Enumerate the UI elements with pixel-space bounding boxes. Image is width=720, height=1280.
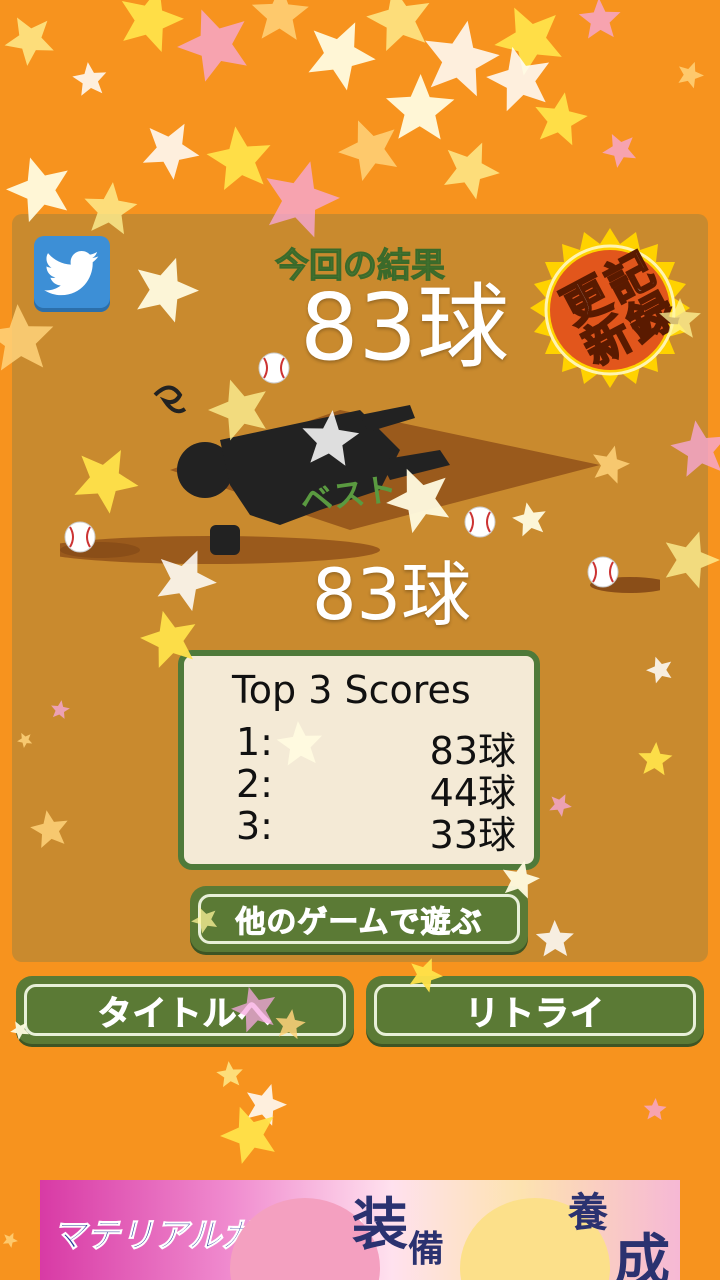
title-button-label: タイトルへ bbox=[97, 993, 273, 1034]
score-row: 3: 33球 bbox=[236, 804, 516, 857]
scores-title: Top 3 Scores bbox=[232, 668, 471, 712]
retry-button-label: リトライ bbox=[465, 993, 605, 1034]
star-particle bbox=[72, 62, 107, 96]
star-particle bbox=[4, 17, 54, 66]
retry-button[interactable]: リトライ bbox=[366, 976, 704, 1044]
star-particle bbox=[338, 120, 398, 182]
ad-kanji: 成 bbox=[614, 1228, 670, 1280]
score-rank: 1: bbox=[236, 720, 273, 764]
score-row: 1: 83球 bbox=[236, 720, 516, 773]
star-particle bbox=[121, 0, 184, 52]
score-rank: 2: bbox=[236, 762, 273, 806]
ad-kanji: 備 bbox=[408, 1228, 445, 1270]
baseball-icon bbox=[587, 556, 619, 588]
baseball-icon bbox=[464, 506, 496, 538]
star-particle bbox=[206, 126, 271, 191]
other-games-button[interactable]: 他のゲームで遊ぶ bbox=[190, 886, 528, 952]
star-particle bbox=[678, 61, 704, 89]
star-particle bbox=[535, 92, 588, 146]
title-button[interactable]: タイトルへ bbox=[16, 976, 354, 1044]
star-particle bbox=[247, 1083, 287, 1126]
star-particle bbox=[177, 9, 247, 82]
baseball-icon bbox=[258, 352, 290, 384]
star-particle bbox=[494, 7, 562, 76]
score-rank: 3: bbox=[236, 804, 273, 848]
star-particle bbox=[308, 22, 376, 91]
score-row: 2: 44球 bbox=[236, 762, 516, 815]
star-particle bbox=[602, 133, 637, 168]
ad-kanji: 養 bbox=[568, 1189, 608, 1236]
best-score: 83球 bbox=[312, 554, 472, 636]
star-particle bbox=[444, 142, 500, 200]
baseball-icon bbox=[64, 521, 96, 553]
ad-kanji: 装 bbox=[352, 1192, 408, 1258]
star-particle bbox=[486, 46, 550, 112]
other-games-label: 他のゲームで遊ぶ bbox=[235, 905, 483, 941]
star-particle bbox=[216, 1061, 243, 1088]
star-particle bbox=[2, 1232, 18, 1248]
star-particle bbox=[425, 20, 500, 97]
star-particle bbox=[366, 0, 430, 52]
ad-banner[interactable]: マテリアルガールズ 装 備 養 成 bbox=[40, 1180, 680, 1280]
star-particle bbox=[643, 1098, 667, 1121]
star-particle bbox=[578, 0, 621, 39]
star-particle bbox=[251, 0, 309, 40]
top-scores-board: Top 3 Scores 1: 83球 2: 44球 3: 33球 bbox=[178, 650, 540, 870]
star-particle bbox=[142, 123, 200, 180]
current-score: 83球 bbox=[300, 274, 510, 381]
score-value: 33球 bbox=[429, 813, 516, 857]
star-particle bbox=[220, 1106, 275, 1164]
star-particle bbox=[385, 74, 455, 140]
